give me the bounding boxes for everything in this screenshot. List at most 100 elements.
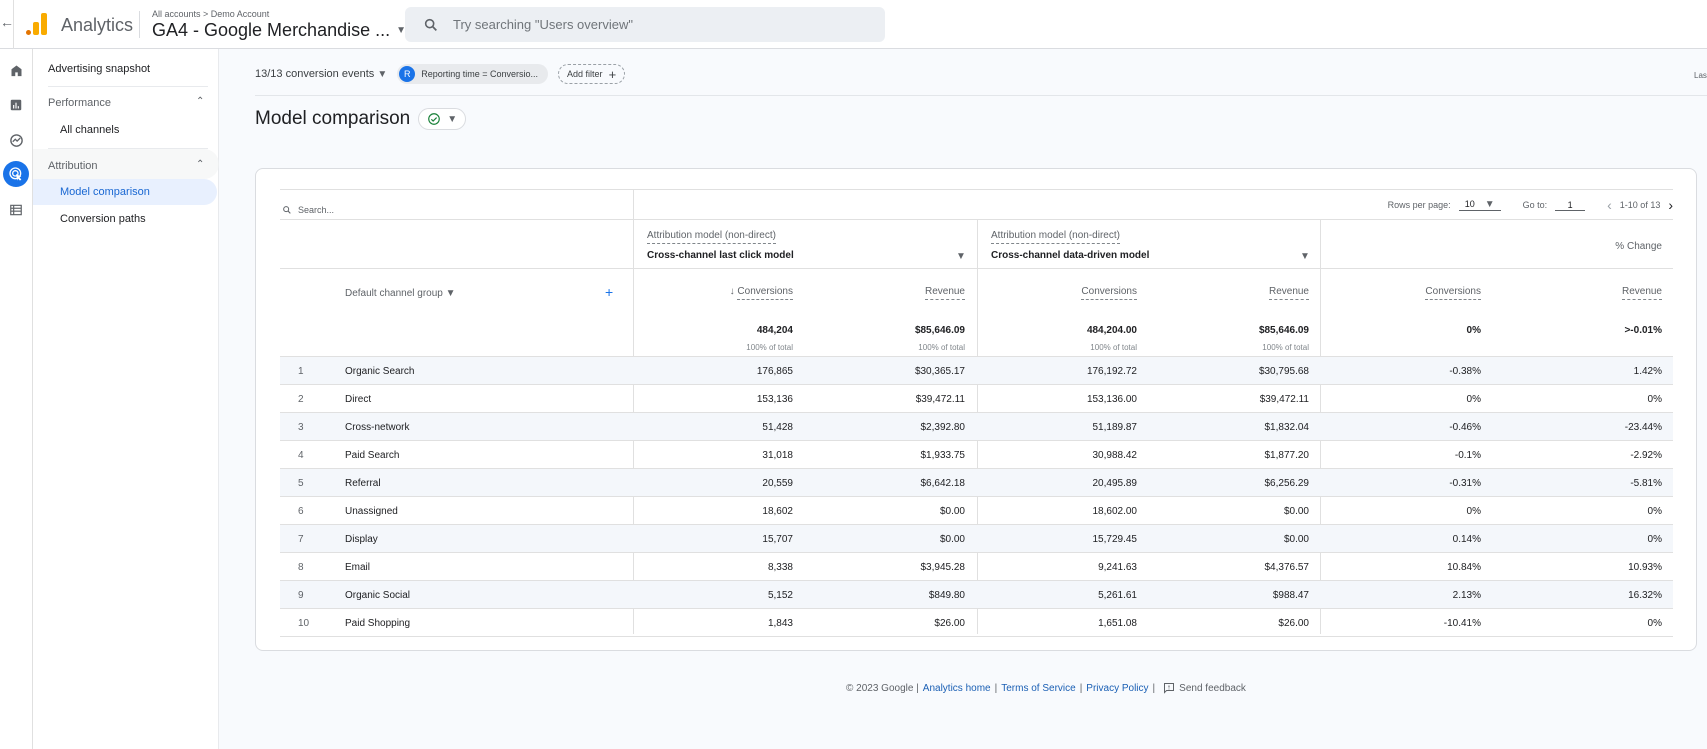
chevron-up-icon[interactable]: ⌃ <box>196 96 204 107</box>
prev-page-icon[interactable]: ‹ <box>1607 197 1612 213</box>
m2-revenue: $6,256.29 <box>1264 478 1310 489</box>
analytics-logo-icon[interactable] <box>26 13 48 35</box>
breadcrumb[interactable]: All accounts > Demo Account <box>152 9 269 19</box>
chg-conversions: 0.14% <box>1452 534 1481 545</box>
chg-conversions: -10.41% <box>1443 618 1481 629</box>
m2-revenue-header[interactable]: Revenue <box>1268 286 1309 300</box>
m1-conversions-label: Conversions <box>737 286 793 300</box>
chg-revenue: -23.44% <box>1624 422 1662 433</box>
comparison-table: Search... Rows per page: 10 ▼ Go to: 1 ‹ … <box>280 189 1673 637</box>
goto-input[interactable]: 1 <box>1555 200 1586 211</box>
model1-name[interactable]: Cross-channel last click model <box>647 250 794 261</box>
search-bar[interactable]: Try searching "Users overview" <box>405 7 885 42</box>
report-status-button[interactable]: ▼ <box>418 108 467 130</box>
channel-name[interactable]: Organic Social <box>345 590 410 601</box>
m1-revenue: $1,933.75 <box>920 450 966 461</box>
model2-dropdown-icon[interactable]: ▼ <box>1300 251 1310 262</box>
caret-down-icon: ▼ <box>1484 199 1495 210</box>
rows-per-page-select[interactable]: 10 ▼ <box>1458 199 1501 211</box>
table-row[interactable]: 8 Email 8,338 $3,945.28 9,241.63 $4,376.57 10.… <box>280 552 1673 580</box>
reports-icon[interactable] <box>3 92 29 118</box>
table-row[interactable]: 1 Organic Search 176,865 $30,365.17 176,192.… <box>280 356 1673 384</box>
m2-conversions: 1,651.08 <box>1098 618 1137 629</box>
conversion-events-dropdown[interactable]: 13/13 conversion events ▼ <box>255 68 387 80</box>
m2-conversions: 51,189.87 <box>1092 422 1138 433</box>
send-feedback-button[interactable]: Send feedback <box>1163 682 1246 694</box>
channel-name[interactable]: Email <box>345 562 370 573</box>
channel-name[interactable]: Unassigned <box>345 506 398 517</box>
chg-revenue-header[interactable]: Revenue <box>1621 286 1662 300</box>
channel-name[interactable]: Paid Shopping <box>345 618 410 629</box>
total-m2-conversions-pct: 100% of total <box>1090 343 1137 352</box>
model2-label[interactable]: Attribution model (non-direct) <box>991 230 1120 244</box>
divider <box>48 86 208 87</box>
m1-revenue-header[interactable]: Revenue <box>924 286 965 300</box>
channel-name[interactable]: Referral <box>345 478 381 489</box>
m1-conversions: 176,865 <box>756 366 793 377</box>
table-row[interactable]: 10 Paid Shopping 1,843 $26.00 1,651.08 $26.00… <box>280 608 1673 636</box>
advertising-icon[interactable] <box>3 161 29 187</box>
model1-label[interactable]: Attribution model (non-direct) <box>647 230 776 244</box>
table-search[interactable]: Search... <box>282 205 334 215</box>
explore-icon[interactable] <box>3 127 29 153</box>
table-row[interactable]: 3 Cross-network 51,428 $2,392.80 51,189.87 $1… <box>280 412 1673 440</box>
chg-revenue: -5.81% <box>1630 478 1662 489</box>
footer-separator: | <box>994 682 998 694</box>
m2-conversions: 20,495.89 <box>1092 478 1138 489</box>
nav-model-comparison[interactable]: Model comparison <box>60 186 150 198</box>
next-page-icon[interactable]: › <box>1668 197 1673 213</box>
m2-revenue: $1,832.04 <box>1264 422 1310 433</box>
terms-link[interactable]: Terms of Service <box>1001 683 1075 694</box>
m1-conversions-header[interactable]: ↓ Conversions <box>730 286 793 300</box>
page-title: Model comparison ▼ <box>255 108 467 130</box>
nav-advertising-snapshot[interactable]: Advertising snapshot <box>48 63 150 75</box>
model1-dropdown-icon[interactable]: ▼ <box>956 251 966 262</box>
channel-name[interactable]: Display <box>345 534 378 545</box>
search-placeholder: Try searching "Users overview" <box>453 17 633 32</box>
chevron-up-icon[interactable]: ⌃ <box>196 159 204 170</box>
nav-all-channels[interactable]: All channels <box>60 124 119 136</box>
model-comparison-card: Search... Rows per page: 10 ▼ Go to: 1 ‹ … <box>255 168 1697 651</box>
m1-revenue: $849.80 <box>928 590 965 601</box>
channel-name[interactable]: Cross-network <box>345 422 409 433</box>
m1-conversions: 5,152 <box>767 590 793 601</box>
m2-revenue: $39,472.11 <box>1259 394 1309 405</box>
nav-section-attribution[interactable]: Attribution <box>48 160 98 172</box>
table-row[interactable]: 5 Referral 20,559 $6,642.18 20,495.89 $6,256.… <box>280 468 1673 496</box>
analytics-home-link[interactable]: Analytics home <box>923 683 991 694</box>
caret-down-icon: ▼ <box>447 113 458 125</box>
table-row[interactable]: 2 Direct 153,136 $39,472.11 153,136.00 $39,47… <box>280 384 1673 412</box>
table-row[interactable]: 9 Organic Social 5,152 $849.80 5,261.61 $988.… <box>280 580 1673 608</box>
table-row[interactable]: 7 Display 15,707 $0.00 15,729.45 $0.00 0.14% 0% <box>280 524 1673 552</box>
date-range-truncated[interactable]: Las <box>1694 71 1707 80</box>
channel-name[interactable]: Direct <box>345 394 371 405</box>
m1-revenue: $2,392.80 <box>920 422 966 433</box>
model2-name[interactable]: Cross-channel data-driven model <box>991 250 1149 261</box>
search-icon <box>424 18 437 31</box>
reporting-time-chip[interactable]: R Reporting time = Conversio... <box>397 64 549 84</box>
page-title-text: Model comparison <box>255 108 411 129</box>
add-dimension-plus-icon[interactable]: + <box>605 284 613 300</box>
channel-name[interactable]: Paid Search <box>345 450 399 461</box>
configure-icon[interactable] <box>3 197 29 223</box>
send-feedback-label: Send feedback <box>1179 682 1246 694</box>
nav-section-performance[interactable]: Performance <box>48 97 111 109</box>
divider <box>13 0 14 49</box>
property-selector[interactable]: GA4 - Google Merchandise ... ▼ <box>152 20 406 41</box>
total-m1-conversions-pct: 100% of total <box>746 343 793 352</box>
m1-conversions: 18,602 <box>762 506 793 517</box>
table-search-placeholder: Search... <box>298 205 335 215</box>
home-icon[interactable] <box>3 57 29 83</box>
table-row[interactable]: 6 Unassigned 18,602 $0.00 18,602.00 $0.00 0% 0% <box>280 496 1673 524</box>
m2-conversions-header[interactable]: Conversions <box>1081 286 1137 300</box>
channel-name[interactable]: Organic Search <box>345 366 414 377</box>
add-filter-button[interactable]: Add filter + <box>558 64 626 84</box>
table-row[interactable]: 4 Paid Search 31,018 $1,933.75 30,988.42 $1,8… <box>280 440 1673 468</box>
m2-conversions: 153,136.00 <box>1086 394 1137 405</box>
dimension-selector[interactable]: Default channel group ▼ <box>345 288 456 299</box>
privacy-link[interactable]: Privacy Policy <box>1086 683 1148 694</box>
chg-conversions-header[interactable]: Conversions <box>1425 286 1481 300</box>
m1-conversions: 153,136 <box>756 394 793 405</box>
back-arrow-icon[interactable]: ← <box>0 14 14 30</box>
nav-conversion-paths[interactable]: Conversion paths <box>60 213 146 225</box>
